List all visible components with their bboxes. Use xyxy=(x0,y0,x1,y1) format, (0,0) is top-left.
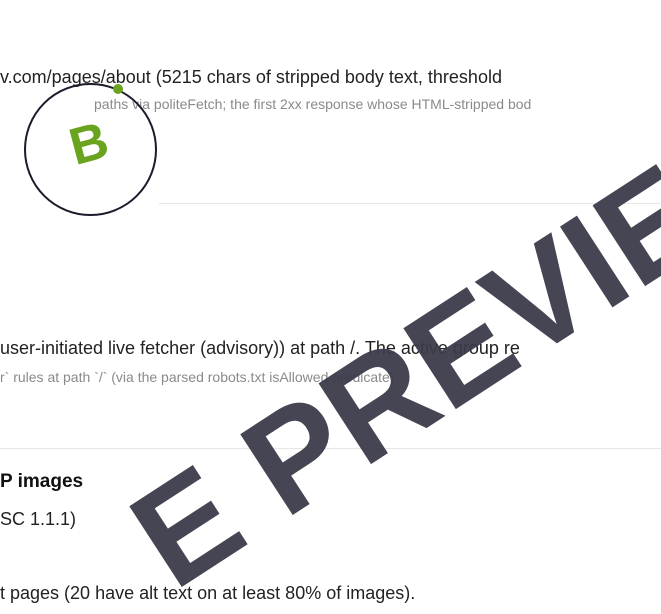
images-criterion: SC 1.1.1) xyxy=(0,509,77,529)
robots-detail: r` rules at path `/` (via the parsed rob… xyxy=(0,369,399,385)
images-summary: t pages (20 have alt text on at least 80… xyxy=(0,583,416,603)
about-fetch-detail: paths via politeFetch; the first 2xx res… xyxy=(94,96,532,112)
grade-badge-dot xyxy=(113,84,123,94)
images-section-heading: P images xyxy=(0,471,84,492)
section-divider xyxy=(0,448,661,449)
section-divider xyxy=(159,203,661,204)
robots-line: user-initiated live fetcher (advisory)) … xyxy=(0,338,520,358)
